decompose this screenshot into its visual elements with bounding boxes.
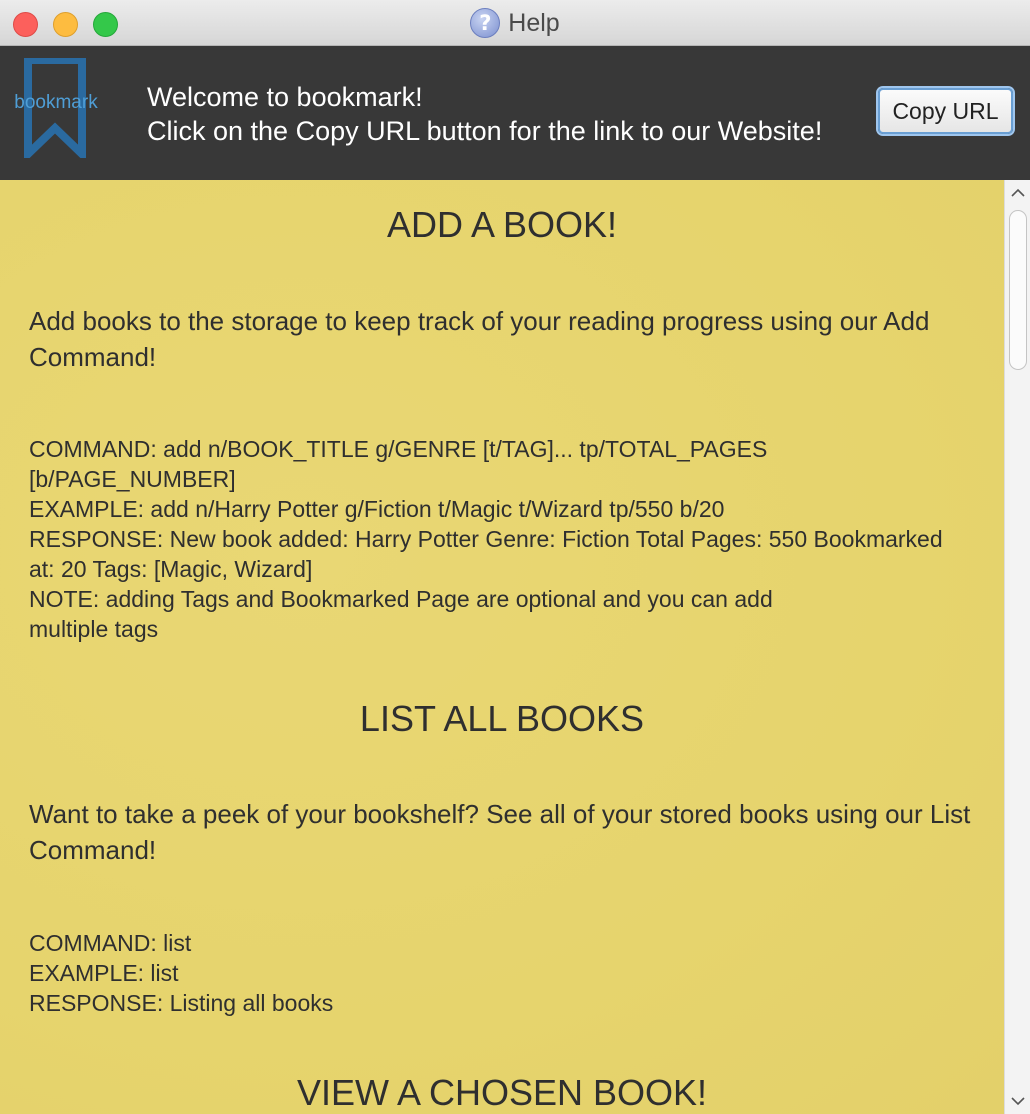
command-line: COMMAND: list [29, 930, 192, 956]
response-line: at: 20 Tags: [Magic, Wizard] [29, 556, 313, 582]
response-line: RESPONSE: Listing all books [29, 990, 334, 1016]
app-header: bookmark Welcome to bookmark! Click on t… [0, 46, 1030, 180]
command-line: COMMAND: add n/BOOK_TITLE g/GENRE [t/TAG… [29, 436, 768, 462]
scrollbar-thumb[interactable] [1009, 210, 1027, 370]
window-title-group: ? Help [0, 0, 1030, 46]
example-line: EXAMPLE: list [29, 960, 179, 986]
section-description-list: Want to take a peek of your bookshelf? S… [29, 799, 971, 865]
vertical-scrollbar[interactable] [1004, 180, 1030, 1114]
command-line: [b/PAGE_NUMBER] [29, 466, 236, 492]
welcome-line-2: Click on the Copy URL button for the lin… [147, 116, 823, 146]
help-content[interactable]: ADD A BOOK! Add books to the storage to … [0, 180, 1004, 1114]
help-question-icon: ? [470, 8, 501, 38]
example-line: EXAMPLE: add n/Harry Potter g/Fiction t/… [29, 496, 725, 522]
response-line: RESPONSE: New book added: Harry Potter G… [29, 526, 943, 552]
section-commands-add: COMMAND: add n/BOOK_TITLE g/GENRE [t/TAG… [29, 434, 979, 644]
section-title-view: VIEW A CHOSEN BOOK! [296, 1072, 708, 1113]
bookmark-logo: bookmark [8, 56, 104, 160]
scroll-up-arrow-icon[interactable] [1005, 180, 1030, 206]
section-title-list: LIST ALL BOOKS [359, 698, 645, 739]
section-description-add: Add books to the storage to keep track o… [29, 306, 930, 372]
note-line: multiple tags [29, 616, 159, 642]
copy-url-button[interactable]: Copy URL [878, 88, 1013, 134]
note-line: NOTE: adding Tags and Bookmarked Page ar… [29, 586, 773, 612]
section-commands-list: COMMAND: list EXAMPLE: list RESPONSE: Li… [29, 928, 979, 1018]
logo-text: bookmark [14, 92, 98, 113]
welcome-line-1: Welcome to bookmark! [147, 82, 423, 112]
window-titlebar: ? Help [0, 0, 1030, 46]
section-title-add: ADD A BOOK! [386, 204, 618, 245]
welcome-message: Welcome to bookmark! Click on the Copy U… [147, 80, 822, 148]
scroll-down-arrow-icon[interactable] [1005, 1088, 1030, 1114]
window-title: Help [508, 8, 560, 37]
